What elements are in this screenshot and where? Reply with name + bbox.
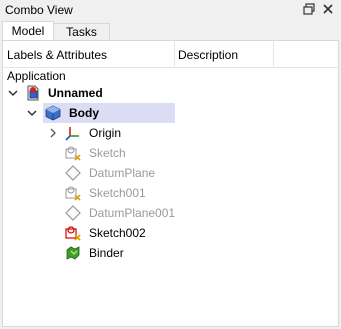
- dock-titlebar: Combo View: [0, 0, 341, 21]
- tree-item-sketch002[interactable]: Sketch002: [3, 223, 338, 243]
- float-icon[interactable]: [302, 2, 316, 16]
- tree-item-label: DatumPlane001: [89, 206, 176, 220]
- tree-panel: Labels & Attributes Description Applicat…: [2, 40, 339, 327]
- tab-bar: Model Tasks: [0, 21, 341, 41]
- sketch-error-icon: [65, 226, 81, 241]
- header-description[interactable]: Description: [178, 48, 238, 62]
- tree-item-label: Binder: [89, 246, 124, 260]
- tree-item-label: Origin: [89, 126, 122, 140]
- origin-icon: [65, 127, 79, 141]
- tree-item-label: Sketch001: [89, 186, 146, 200]
- dock-title: Combo View: [5, 3, 73, 17]
- tab-tasks[interactable]: Tasks: [54, 23, 110, 41]
- tree-item-label: Unnamed: [48, 86, 103, 100]
- tree-item-unnamed[interactable]: Unnamed: [3, 83, 338, 103]
- tree-item-origin[interactable]: Origin: [3, 123, 338, 143]
- tab-model[interactable]: Model: [2, 21, 54, 41]
- chevron-right-icon[interactable]: [48, 128, 58, 138]
- document-icon: [27, 85, 39, 101]
- header-labels[interactable]: Labels & Attributes: [7, 48, 107, 62]
- datum-plane-icon: [65, 205, 81, 221]
- tree-item-label: Sketch: [89, 146, 126, 160]
- sketch-icon: [65, 146, 81, 161]
- tree-item-label: Sketch002: [89, 226, 146, 240]
- tree-header: Labels & Attributes Description: [3, 41, 338, 68]
- tree-item-label: Body: [69, 106, 99, 120]
- column-divider: [273, 41, 274, 67]
- tree-item-datumplane001[interactable]: DatumPlane001: [3, 203, 338, 223]
- body-icon: [45, 105, 61, 121]
- datum-plane-icon: [65, 165, 81, 181]
- tree-item-label: DatumPlane: [89, 166, 156, 180]
- chevron-down-icon[interactable]: [8, 88, 18, 98]
- tree-item-datumplane[interactable]: DatumPlane: [3, 163, 338, 183]
- tree-root-label: Application: [7, 69, 66, 83]
- binder-icon: [66, 246, 80, 260]
- column-divider[interactable]: [174, 41, 175, 67]
- sketch-icon: [65, 186, 81, 201]
- chevron-down-icon[interactable]: [27, 108, 37, 118]
- tree-item-body[interactable]: Body: [3, 103, 338, 123]
- tree-item-sketch[interactable]: Sketch: [3, 143, 338, 163]
- tree-item-binder[interactable]: Binder: [3, 243, 338, 263]
- close-icon[interactable]: [321, 2, 335, 16]
- tree-item-sketch001[interactable]: Sketch001: [3, 183, 338, 203]
